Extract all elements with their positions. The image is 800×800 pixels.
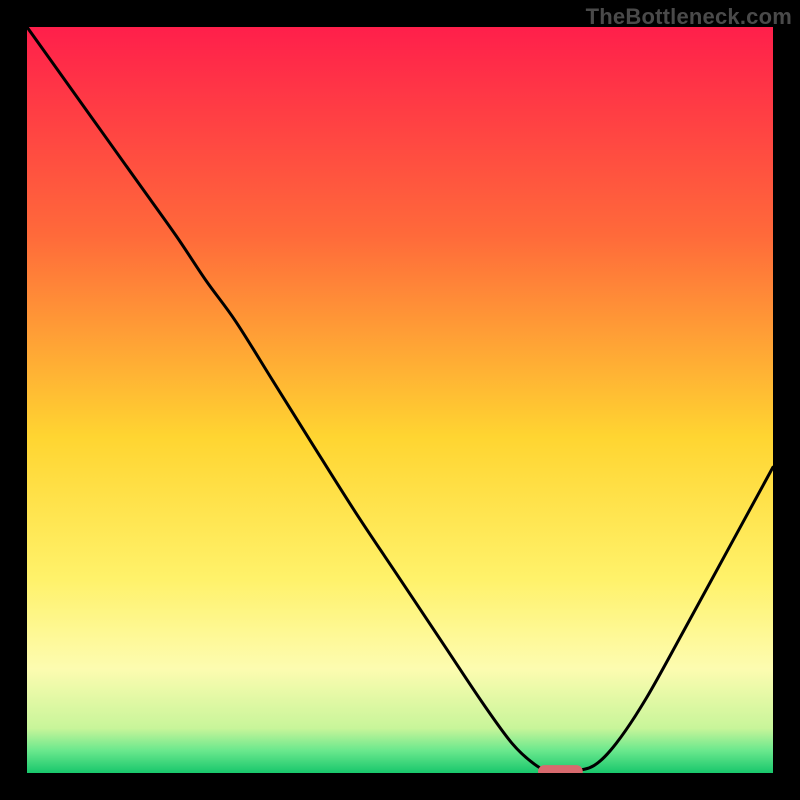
plot-area bbox=[27, 27, 773, 773]
bottleneck-chart bbox=[27, 27, 773, 773]
chart-background bbox=[27, 27, 773, 773]
optimal-marker bbox=[538, 765, 583, 773]
outer-frame: TheBottleneck.com bbox=[0, 0, 800, 800]
